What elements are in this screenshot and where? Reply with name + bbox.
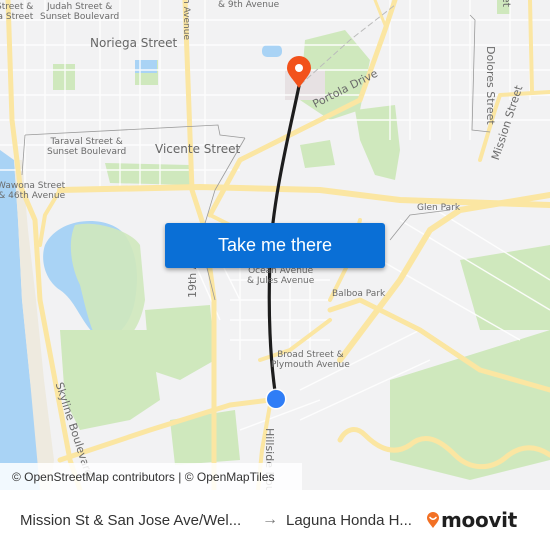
take-me-there-button[interactable]: Take me there [165, 223, 385, 268]
map-attribution[interactable]: © OpenStreetMap contributors | © OpenMap… [0, 463, 302, 490]
label-wawona-street: Wawona Street & 46th Avenue [0, 181, 66, 202]
park-noriega [53, 64, 75, 90]
pond-pine-lake [135, 60, 157, 73]
road-top-curve [373, 0, 387, 27]
park-stern-grove [105, 163, 192, 185]
label-vicente-street: Vicente Street [155, 142, 241, 156]
label-9th-avenue: & 9th Avenue [218, 0, 280, 10]
origin-stop-name: Mission St & San Jose Ave/Wel... [20, 511, 242, 529]
label-broad-street: Broad Street & Plymouth Avenue [271, 350, 350, 371]
label-glen-park: Glen Park [417, 203, 461, 213]
park-mclaren [390, 330, 550, 480]
road-sloat [57, 184, 550, 208]
park-small [300, 140, 335, 168]
park-lake-merced [70, 223, 145, 346]
park-glen-canyon [355, 105, 400, 180]
moovit-wordmark: moovit [441, 508, 517, 532]
label-avenue-top: h Avenue [181, 0, 191, 41]
map-canvas[interactable]: Street &a Street Judah Street &Sunset Bo… [0, 0, 550, 490]
label-judah-street: Judah Street & Sunset Boulevard [40, 2, 120, 23]
road-mission-top [528, 0, 534, 94]
park-east [460, 245, 550, 330]
label-balboa-park: Balboa Park [332, 289, 386, 299]
label-taraval-street: Taraval Street & Sunset Boulevard [47, 137, 127, 158]
moovit-pin-icon [427, 512, 439, 528]
label-street-top-right: et [500, 0, 513, 8]
label-noriega-street: Noriega Street [90, 36, 178, 50]
label-dolores-street: Dolores Street [484, 46, 497, 125]
route-footer: Mission St & San Jose Ave/Wel... → Lagun… [0, 490, 550, 550]
pond-laguna [262, 45, 282, 57]
label-street-and: Street &a Street [0, 2, 34, 23]
moovit-logo[interactable]: moovit [426, 508, 517, 532]
arrow-right-icon: → [262, 511, 278, 528]
origin-marker-icon[interactable] [265, 388, 287, 410]
destination-name: Laguna Honda H... [286, 511, 412, 529]
road-portola [207, 0, 398, 218]
label-ocean-avenue: Ocean Avenue & Jules Avenue [247, 266, 315, 287]
park-middle [145, 305, 215, 380]
